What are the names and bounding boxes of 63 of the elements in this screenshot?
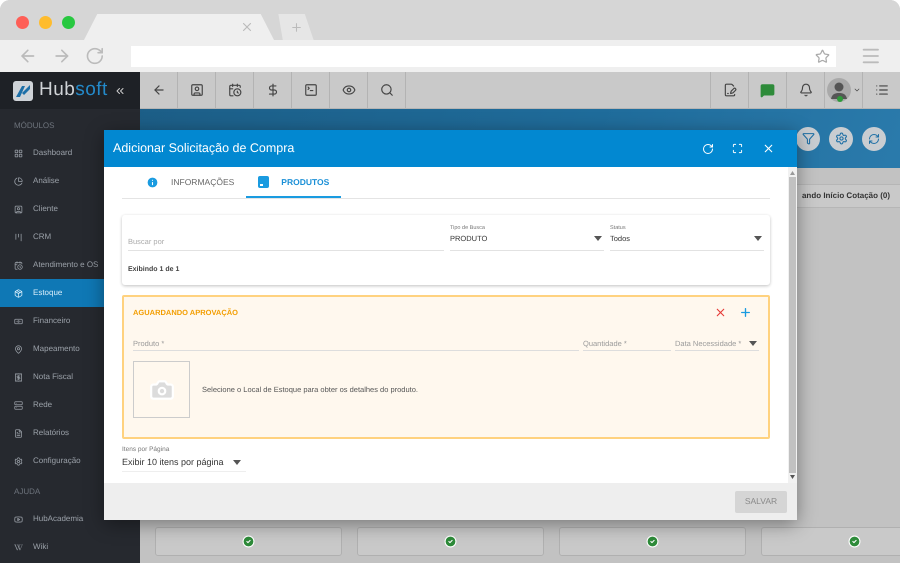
w-icon (14, 542, 23, 552)
scrollbar-thumb[interactable] (789, 177, 796, 473)
logo-icon (13, 80, 33, 100)
sidebar-item[interactable]: Cliente (0, 195, 140, 223)
caret-icon (852, 86, 860, 94)
info-icon (146, 176, 159, 188)
dropdown-caret-icon (232, 460, 241, 466)
calendar-icon (228, 83, 242, 97)
chat-icon (760, 82, 775, 98)
sidebar-item[interactable]: Rede (0, 391, 140, 419)
contact-card-icon (14, 204, 23, 214)
filter-icon (802, 132, 814, 145)
add-icon[interactable] (739, 306, 752, 319)
dialog-title: Adicionar Solicitação de Compra (113, 140, 296, 158)
dropdown-caret-icon (754, 236, 762, 241)
scroll-down-icon[interactable] (790, 475, 795, 479)
close-icon[interactable] (762, 142, 775, 155)
sidebar-item[interactable]: HubAcademia (0, 505, 140, 533)
banknote-icon (14, 316, 23, 326)
panel-icon (258, 176, 270, 188)
eye-icon (342, 83, 356, 97)
filter-button[interactable] (796, 126, 820, 150)
sidebar-item[interactable]: Wiki (0, 533, 140, 561)
sidebar-item[interactable]: Nota Fiscal (0, 363, 140, 391)
scroll-up-icon[interactable] (790, 171, 795, 175)
fullscreen-icon[interactable] (732, 143, 743, 154)
section-heading: AJUDA (13, 486, 42, 498)
calendar-icon (14, 260, 23, 270)
board-icon (14, 232, 23, 242)
tab[interactable]: PRODUTOS (246, 168, 342, 198)
bookmark-star-icon[interactable] (815, 48, 830, 64)
dropdown-caret-icon (749, 341, 757, 346)
settings-icon (14, 456, 23, 466)
list-icon (874, 83, 888, 97)
settings-button[interactable] (829, 126, 853, 150)
video-icon (14, 514, 23, 524)
refresh-button[interactable] (862, 126, 886, 150)
section-heading: MÓDULOS (13, 120, 56, 132)
back-arrow-icon (152, 83, 166, 97)
bell-icon (798, 83, 812, 97)
remove-icon[interactable] (714, 306, 727, 319)
terminal-icon (304, 83, 318, 97)
user-menu[interactable] (824, 72, 862, 108)
plus-icon (290, 20, 302, 34)
document-pen-icon (722, 83, 736, 97)
refresh-icon[interactable] (702, 142, 714, 154)
per-page-select[interactable]: Exibir 10 itens por página (122, 454, 246, 472)
avatar-icon (826, 78, 850, 102)
server-icon (14, 400, 23, 410)
refresh-icon (868, 132, 880, 144)
package-icon (14, 288, 23, 298)
settings-icon (834, 132, 848, 145)
receipt-icon (14, 372, 23, 382)
document-icon (14, 428, 23, 438)
sidebar-item[interactable]: Relatórios (0, 419, 140, 447)
dropdown-caret-icon (594, 236, 602, 241)
contact-card-icon (190, 83, 204, 97)
search-icon (380, 83, 394, 97)
map-pin-icon (14, 344, 23, 354)
pie-chart-icon (14, 176, 23, 186)
logo-text: Hubsoft (39, 78, 108, 102)
status-tab[interactable]: ando Início Cotação (0) (802, 190, 890, 202)
grid-icon (14, 148, 23, 158)
